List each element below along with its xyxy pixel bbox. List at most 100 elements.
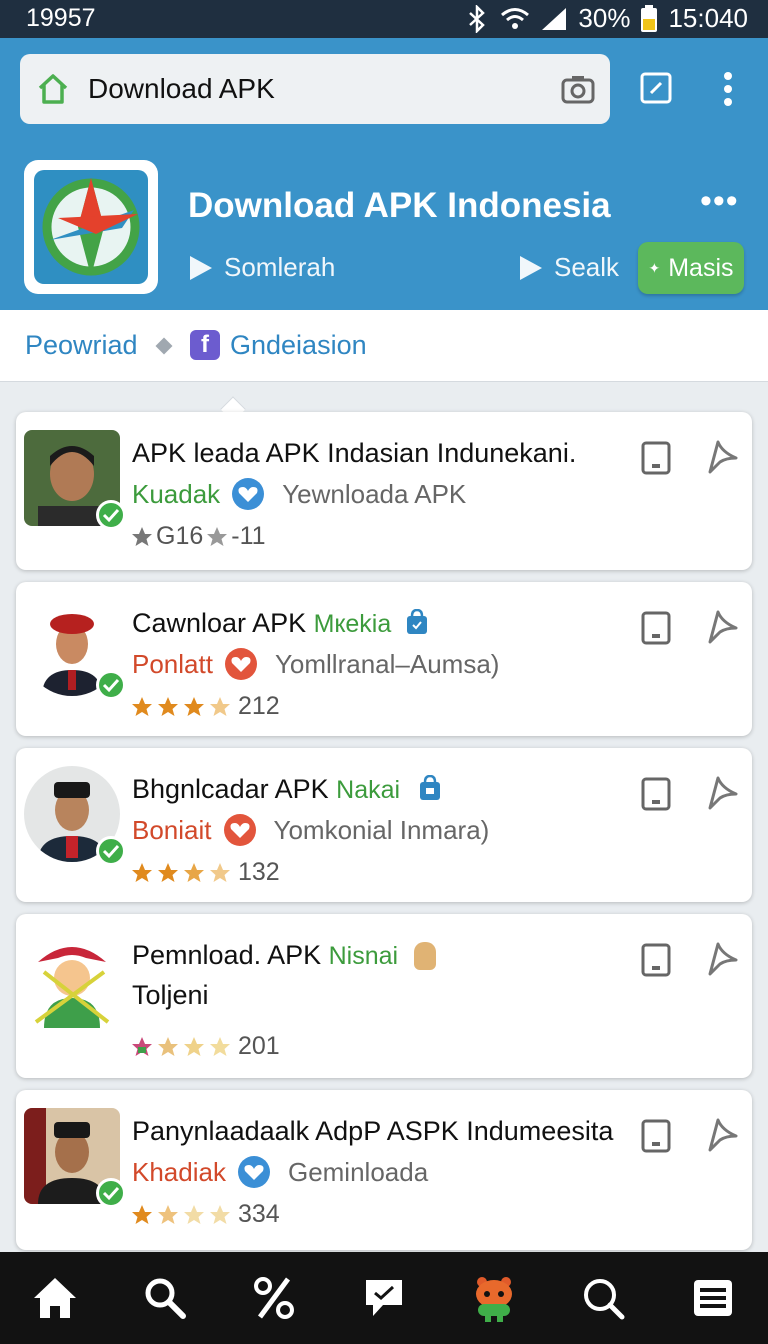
item-source: Geminloada <box>287 1156 429 1187</box>
share-icon[interactable] <box>706 774 740 812</box>
chat-icon <box>366 1280 403 1316</box>
status-bar: 19957 30% 15:040 <box>0 0 768 38</box>
heart-badge-icon <box>232 478 265 510</box>
compass-logo-icon <box>34 170 148 284</box>
nav-menu[interactable] <box>658 1252 768 1344</box>
share-icon[interactable] <box>706 438 740 476</box>
item-author[interactable]: Ponlatt <box>132 649 213 680</box>
share-icon[interactable] <box>706 1116 740 1154</box>
address-bar[interactable]: Download APK <box>20 54 610 124</box>
overflow-menu-icon[interactable] <box>716 70 740 108</box>
nav-home[interactable] <box>0 1252 110 1344</box>
rating-value: 212 <box>238 692 280 720</box>
star-icon <box>184 862 204 882</box>
item-title: APK leada APK Indasian Indunekani. <box>132 438 577 468</box>
nav-android[interactable] <box>439 1252 549 1344</box>
browser-toolbar: Download APK <box>0 38 768 142</box>
avatar <box>24 600 126 700</box>
avatar <box>24 766 126 866</box>
verified-check-icon <box>96 1178 126 1208</box>
item-rating: 201 <box>130 1032 280 1061</box>
save-icon[interactable] <box>640 776 672 812</box>
item-author[interactable]: Boniait <box>132 815 212 846</box>
item-meta: Boniait Yomkonial Inmara) <box>132 814 489 846</box>
nav-messages[interactable] <box>329 1252 439 1344</box>
site-header: Download APK Indonesia ••• Somlerah Seal… <box>0 142 768 310</box>
share-icon[interactable] <box>706 940 740 978</box>
bottom-navigation <box>0 1252 768 1344</box>
status-left-text: 19957 <box>26 4 96 32</box>
save-icon[interactable] <box>640 440 672 476</box>
play-icon <box>520 255 542 280</box>
item-rating: G16 -11 <box>130 522 266 551</box>
verified-check-icon <box>96 670 126 700</box>
list-item[interactable]: Panynlaadaalk AdpP ASPK Indumeesita Khad… <box>16 1090 752 1250</box>
bag-icon <box>419 774 440 800</box>
nav-search[interactable] <box>110 1252 220 1344</box>
item-author[interactable]: Khadiak <box>132 1157 226 1188</box>
site-logo[interactable] <box>24 160 158 294</box>
item-title-line2: Toljeni <box>132 980 209 1010</box>
verified-check-icon <box>96 500 126 530</box>
home-icon[interactable] <box>36 72 70 106</box>
nav-explore[interactable] <box>549 1252 659 1344</box>
item-source: Yomllranal–Aumsa) <box>274 648 500 679</box>
item-meta: Khadiak Geminloada <box>132 1156 428 1188</box>
edit-tab-icon[interactable] <box>640 72 672 104</box>
star-icon <box>210 1204 230 1224</box>
camera-icon[interactable] <box>560 71 596 107</box>
battery-percent: 30% <box>578 3 631 33</box>
list-item[interactable]: Bhgnlcadar APK Nakai Boniait Yomkonial I… <box>16 748 752 902</box>
rating-value: 132 <box>238 858 280 886</box>
wifi-icon <box>501 7 530 29</box>
item-meta: Ponlatt Yomllranal–Aumsa) <box>132 648 499 680</box>
facebook-icon: f <box>190 330 220 360</box>
status-time: 15:040 <box>668 3 748 33</box>
item-title: Panynlaadaalk AdpP ASPK Indumeesita <box>132 1116 614 1146</box>
filter-second[interactable]: Gndeiasion <box>230 330 367 361</box>
save-icon[interactable] <box>640 610 672 646</box>
item-source: Yewnloada APK <box>282 478 467 509</box>
save-icon[interactable] <box>640 942 672 978</box>
hero-link-label: Somlerah <box>224 252 336 282</box>
heart-badge-icon <box>223 814 256 846</box>
star-half-icon <box>210 862 230 882</box>
item-author[interactable]: Kuadak <box>132 479 220 510</box>
share-icon[interactable] <box>706 608 740 646</box>
more-options-icon[interactable]: ••• <box>700 182 739 221</box>
plus-icon: ✦ <box>648 259 661 276</box>
separator-icon <box>155 337 173 355</box>
star-icon <box>132 1204 152 1224</box>
avatar <box>24 932 120 1028</box>
signal-icon <box>542 7 567 30</box>
star-icon <box>210 1036 230 1056</box>
item-meta: Kuadak Yewnloada APK <box>132 478 466 510</box>
site-title: Download APK Indonesia <box>188 186 611 225</box>
star-icon <box>184 1204 204 1224</box>
battery-icon <box>641 4 658 32</box>
save-icon[interactable] <box>640 1118 672 1154</box>
item-source: Yomkonial Inmara) <box>273 814 490 845</box>
menu-list-icon <box>694 1280 733 1316</box>
thumbs-up-icon <box>413 942 436 970</box>
masis-button[interactable]: ✦ Masis <box>638 242 744 294</box>
star-icon <box>132 1036 152 1056</box>
list-item[interactable]: Pemnload. APK Nisnai Toljeni 201 <box>16 914 752 1078</box>
item-rating: 212 <box>130 692 280 721</box>
item-title: Cawnloar APK Mкekia <box>132 608 429 639</box>
heart-badge-icon <box>237 1156 270 1188</box>
home-icon <box>33 1278 76 1318</box>
list-item[interactable]: APK leada APK Indasian Indunekani. Kuada… <box>16 412 752 570</box>
filter-bar: Peowriad f Gndeiasion <box>0 310 768 382</box>
star-icon <box>184 1036 204 1056</box>
list-item[interactable]: Cawnloar APK Mкekia Ponlatt Yomllranal–A… <box>16 582 752 736</box>
filter-first[interactable]: Peowriad <box>25 330 138 361</box>
item-title: Bhgnlcadar APK Nakai <box>132 774 442 805</box>
star-icon <box>158 862 178 882</box>
address-text[interactable]: Download APK <box>88 73 560 105</box>
hero-link-1[interactable]: Somlerah <box>190 252 335 283</box>
hero-link-2[interactable]: Sealk <box>520 252 619 283</box>
bag-icon <box>406 608 427 634</box>
android-mascot-icon <box>475 1277 512 1322</box>
nav-deals[interactable] <box>219 1252 329 1344</box>
